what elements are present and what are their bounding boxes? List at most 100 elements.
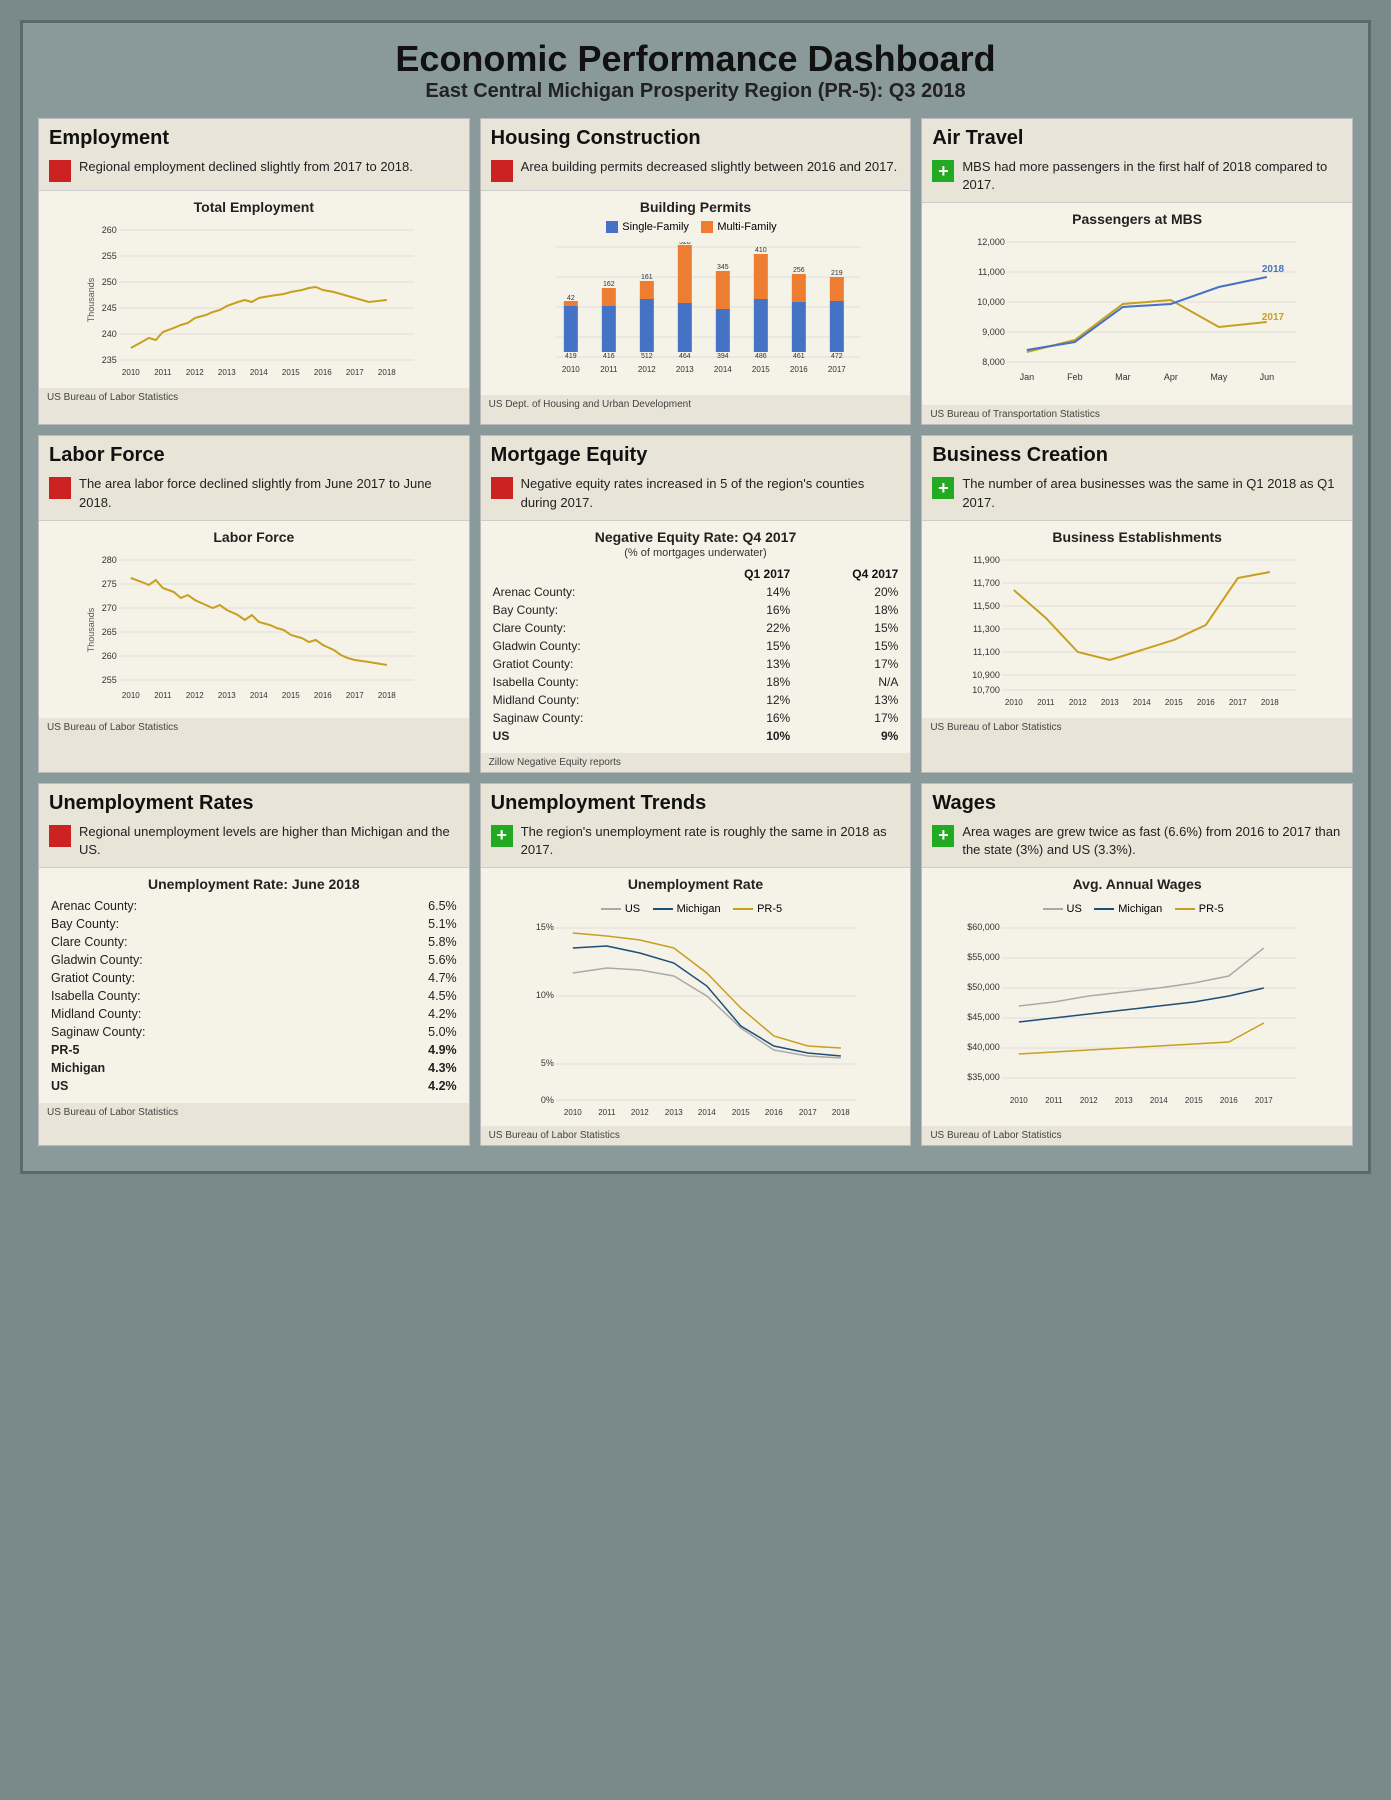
housing-card: Housing Construction Area building permi… — [480, 118, 912, 425]
svg-text:2010: 2010 — [122, 368, 140, 377]
housing-description: Area building permits decreased slightly… — [521, 158, 898, 176]
equity-q4: 18% — [794, 601, 902, 619]
mortgage-equity-source: Zillow Negative Equity reports — [481, 753, 911, 772]
equity-q4: 15% — [794, 619, 902, 637]
unemp-county: Arenac County: — [47, 897, 352, 915]
svg-text:2012: 2012 — [186, 691, 204, 700]
labor-force-source: US Bureau of Labor Statistics — [39, 718, 469, 737]
bar-2016-mf — [791, 274, 805, 302]
equity-q1: 16% — [686, 709, 794, 727]
employment-title: Employment — [49, 127, 459, 150]
svg-text:2017: 2017 — [346, 368, 364, 377]
svg-text:2014: 2014 — [714, 365, 732, 374]
equity-county: Gratiot County: — [489, 655, 686, 673]
svg-text:2018: 2018 — [378, 368, 396, 377]
single-family-label: Single-Family — [622, 221, 689, 233]
svg-text:2016: 2016 — [314, 691, 332, 700]
svg-text:2016: 2016 — [790, 365, 808, 374]
bar-2014-mf — [715, 271, 729, 309]
equity-county: Bay County: — [489, 601, 686, 619]
passengers-chart: 12,000 11,000 10,000 9,000 8,000 Jan Feb… — [930, 232, 1344, 397]
mortgage-equity-indicator: Negative equity rates increased in 5 of … — [481, 475, 911, 519]
svg-text:2014: 2014 — [1150, 1096, 1168, 1105]
mortgage-equity-card: Mortgage Equity Negative equity rates in… — [480, 435, 912, 772]
svg-text:2014: 2014 — [250, 368, 268, 377]
employment-indicator: Regional employment declined slightly fr… — [39, 158, 469, 190]
equity-q4: 15% — [794, 637, 902, 655]
unemployment-trends-header: Unemployment Trends — [481, 784, 911, 823]
air-travel-indicator: + MBS had more passengers in the first h… — [922, 158, 1352, 202]
employment-chart-area: Total Employment Thousands 260 255 250 — [39, 190, 469, 388]
svg-text:2012: 2012 — [186, 368, 204, 377]
pr5-legend-line — [733, 908, 753, 910]
equity-q1: 22% — [686, 619, 794, 637]
unemployment-trends-indicator: + The region's unemployment rate is roug… — [481, 823, 911, 867]
unemployment-rates-source: US Bureau of Labor Statistics — [39, 1103, 469, 1122]
svg-text:10,900: 10,900 — [973, 670, 1001, 680]
employment-chart: Thousands 260 255 250 245 240 235 — [47, 220, 461, 380]
employment-card: Employment Regional employment declined … — [38, 118, 470, 425]
svg-text:5%: 5% — [540, 1058, 553, 1068]
svg-text:2018: 2018 — [1262, 264, 1285, 275]
mortgage-equity-chart-area: Negative Equity Rate: Q4 2017 (% of mort… — [481, 520, 911, 753]
unemployment-trends-legend: US Michigan PR-5 — [489, 897, 903, 915]
mortgage-equity-chart-title: Negative Equity Rate: Q4 2017 — [489, 529, 903, 545]
wages-legend: US Michigan PR-5 — [930, 897, 1344, 915]
us-legend-label: US — [625, 903, 640, 915]
employment-source: US Bureau of Labor Statistics — [39, 388, 469, 407]
dashboard-title: Economic Performance Dashboard — [38, 38, 1353, 80]
svg-text:2016: 2016 — [765, 1108, 783, 1117]
wages-chart-area: Avg. Annual Wages US Michigan PR-5 — [922, 867, 1352, 1126]
mortgage-equity-title: Mortgage Equity — [491, 444, 901, 467]
svg-text:265: 265 — [102, 627, 117, 637]
svg-text:2012: 2012 — [1080, 1096, 1098, 1105]
housing-status-icon — [491, 160, 513, 182]
mortgage-equity-description: Negative equity rates increased in 5 of … — [521, 475, 901, 511]
svg-text:2015: 2015 — [282, 368, 300, 377]
unemployment-rates-header: Unemployment Rates — [39, 784, 469, 823]
svg-text:11,900: 11,900 — [973, 555, 1000, 565]
dashboard-subtitle: East Central Michigan Prosperity Region … — [38, 80, 1353, 103]
bar-2017-mf — [829, 277, 843, 301]
unemp-county: Gratiot County: — [47, 969, 352, 987]
business-creation-card: Business Creation + The number of area b… — [921, 435, 1353, 772]
svg-text:2018: 2018 — [378, 691, 396, 700]
svg-text:2017: 2017 — [799, 1108, 817, 1117]
svg-text:2017: 2017 — [828, 365, 846, 374]
wages-us-legend: US — [1043, 903, 1082, 915]
labor-force-chart-area: Labor Force Thousands 280 275 270 265 26… — [39, 520, 469, 718]
equity-q4: 13% — [794, 691, 902, 709]
unemp-county: Saginaw County: — [47, 1023, 352, 1041]
air-travel-status-icon: + — [932, 160, 954, 182]
svg-text:280: 280 — [102, 555, 117, 565]
svg-text:2018: 2018 — [832, 1108, 850, 1117]
business-creation-title: Business Creation — [932, 444, 1342, 467]
housing-source: US Dept. of Housing and Urban Developmen… — [481, 395, 911, 414]
mortgage-equity-status-icon — [491, 477, 513, 499]
bar-2011-mf — [601, 288, 615, 306]
dashboard: Economic Performance Dashboard East Cent… — [20, 20, 1371, 1174]
single-family-legend: Single-Family — [606, 221, 689, 233]
employment-description: Regional employment declined slightly fr… — [79, 158, 413, 176]
svg-text:2013: 2013 — [218, 691, 236, 700]
labor-force-chart-title: Labor Force — [47, 529, 461, 545]
wages-title: Wages — [932, 792, 1342, 815]
svg-text:2010: 2010 — [1010, 1096, 1028, 1105]
svg-text:2014: 2014 — [1133, 698, 1151, 707]
svg-text:0%: 0% — [540, 1095, 553, 1105]
us-legend: US — [601, 903, 640, 915]
svg-text:2014: 2014 — [698, 1108, 716, 1117]
svg-text:2017: 2017 — [1262, 312, 1285, 323]
business-creation-source: US Bureau of Labor Statistics — [922, 718, 1352, 737]
unemployment-rates-card: Unemployment Rates Regional unemployment… — [38, 783, 470, 1146]
svg-text:11,300: 11,300 — [973, 624, 1000, 634]
housing-chart-title: Building Permits — [489, 199, 903, 215]
svg-text:2011: 2011 — [1038, 698, 1056, 707]
bar-2013-sf — [677, 303, 691, 352]
svg-text:255: 255 — [102, 251, 117, 261]
svg-text:42: 42 — [567, 295, 575, 302]
svg-text:$45,000: $45,000 — [968, 1012, 1001, 1022]
svg-text:$40,000: $40,000 — [968, 1042, 1001, 1052]
multi-family-legend-color — [701, 221, 713, 233]
employment-chart-title: Total Employment — [47, 199, 461, 215]
